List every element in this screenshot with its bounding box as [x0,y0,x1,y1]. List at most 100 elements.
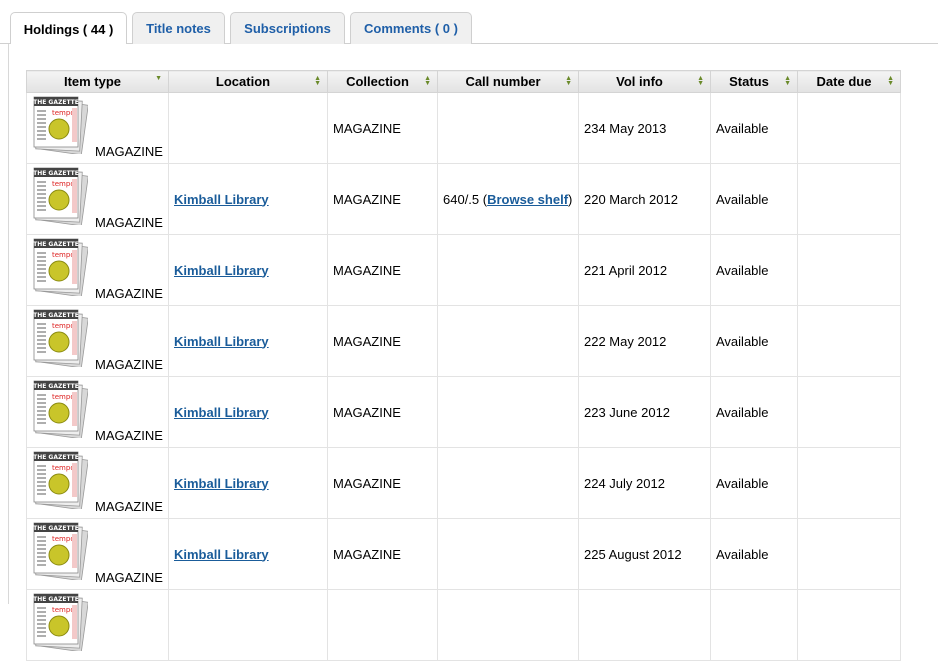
browse-shelf-link[interactable]: Browse shelf [487,192,568,207]
header-vol-info[interactable]: Vol info ▲ ▼ [578,70,711,93]
svg-text:THE GAZETTE: THE GAZETTE [33,170,79,177]
magazine-icon: THE GAZETTE tempo [32,522,89,582]
sort-icon: ▲ ▼ [314,75,321,87]
location-cell: Kimball Library [168,163,328,235]
tab-title-notes[interactable]: Title notes [132,12,225,44]
location-cell [168,589,328,661]
location-link[interactable]: Kimball Library [174,405,269,420]
sort-icon: ▲ ▼ [697,75,704,87]
svg-text:tempo: tempo [52,393,75,401]
header-call-number[interactable]: Call number ▲ ▼ [437,70,579,93]
sort-desc-icon: ▼ [155,75,162,82]
item-type-label: MAGAZINE [95,428,163,443]
status-cell: Available [710,234,798,306]
call-number-cell [437,589,579,661]
location-cell: Kimball Library [168,376,328,448]
item-type-cell: THE GAZETTE tempo MAGAZINE [26,163,169,235]
status-cell: Available [710,305,798,377]
vol-info-cell: 222 May 2012 [578,305,711,377]
date-due-cell [797,447,901,519]
location-link[interactable]: Kimball Library [174,263,269,278]
call-number-cell [437,234,579,306]
status-cell: Available [710,163,798,235]
status-cell [710,589,798,661]
location-cell [168,92,328,164]
call-number-cell: 640/.5 (Browse shelf) [437,163,579,235]
table-row: THE GAZETTE tempo MAGAZINE Kimball Libra… [26,305,901,377]
location-link[interactable]: Kimball Library [174,476,269,491]
collection-cell: MAGAZINE [327,376,438,448]
call-number-cell [437,92,579,164]
item-type-cell: THE GAZETTE tempo MAGAZINE [26,518,169,590]
vol-info-cell: 234 May 2013 [578,92,711,164]
tab-holdings[interactable]: Holdings ( 44 ) [10,12,127,45]
item-type-label: MAGAZINE [95,357,163,372]
sort-icon: ▲ ▼ [565,75,572,87]
collection-cell: MAGAZINE [327,234,438,306]
sort-icon: ▲ ▼ [887,75,894,87]
magazine-icon: THE GAZETTE tempo [32,593,89,653]
header-date-due[interactable]: Date due ▲ ▼ [797,70,901,93]
vol-info-cell [578,589,711,661]
table-row: THE GAZETTE tempo MAGAZINE Kimball Libra… [26,518,901,590]
location-link[interactable]: Kimball Library [174,334,269,349]
table-row: THE GAZETTE tempo [26,589,901,661]
status-cell: Available [710,447,798,519]
item-type-label: MAGAZINE [95,570,163,585]
vol-info-cell: 224 July 2012 [578,447,711,519]
svg-text:THE GAZETTE: THE GAZETTE [33,525,79,532]
tab-bar: Holdings ( 44 ) Title notes Subscription… [0,0,938,45]
header-status[interactable]: Status ▲ ▼ [710,70,798,93]
call-number-cell [437,447,579,519]
call-number-text: 640/.5 [443,191,480,207]
date-due-cell [797,234,901,306]
date-due-cell [797,163,901,235]
location-link[interactable]: Kimball Library [174,192,269,207]
holdings-table: Item type ▼ Location ▲ ▼ Collection ▲ ▼ Call … [26,70,901,661]
status-cell: Available [710,92,798,164]
vol-info-cell: 220 March 2012 [578,163,711,235]
collection-cell: MAGAZINE [327,163,438,235]
item-type-cell: THE GAZETTE tempo [26,589,169,661]
svg-text:THE GAZETTE: THE GAZETTE [33,241,79,248]
date-due-cell [797,589,901,661]
svg-text:THE GAZETTE: THE GAZETTE [33,312,79,319]
table-row: THE GAZETTE tempo MAGAZINE Kimball Libra… [26,447,901,519]
svg-text:tempo: tempo [52,606,75,614]
svg-text:tempo: tempo [52,322,75,330]
item-type-cell: THE GAZETTE tempo MAGAZINE [26,447,169,519]
collection-cell: MAGAZINE [327,447,438,519]
call-number-cell [437,376,579,448]
location-link[interactable]: Kimball Library [174,547,269,562]
sort-icon: ▲ ▼ [424,75,431,87]
status-cell: Available [710,518,798,590]
vol-info-cell: 225 August 2012 [578,518,711,590]
table-row: THE GAZETTE tempo MAGAZINE Kimball Libra… [26,376,901,448]
svg-text:tempo: tempo [52,180,75,188]
header-item-type[interactable]: Item type ▼ [26,70,169,93]
magazine-icon: THE GAZETTE tempo [32,238,89,298]
header-collection[interactable]: Collection ▲ ▼ [327,70,438,93]
tab-subscriptions[interactable]: Subscriptions [230,12,345,44]
svg-text:tempo: tempo [52,535,75,543]
vol-info-cell: 221 April 2012 [578,234,711,306]
sort-icon: ▲ ▼ [784,75,791,87]
item-type-cell: THE GAZETTE tempo MAGAZINE [26,376,169,448]
svg-text:THE GAZETTE: THE GAZETTE [33,99,79,106]
table-header-row: Item type ▼ Location ▲ ▼ Collection ▲ ▼ Call … [26,70,901,93]
call-number-cell [437,305,579,377]
magazine-icon: THE GAZETTE tempo [32,380,89,440]
item-type-label: MAGAZINE [95,286,163,301]
collection-cell: MAGAZINE [327,518,438,590]
date-due-cell [797,376,901,448]
magazine-icon: THE GAZETTE tempo [32,451,89,511]
item-type-label: MAGAZINE [95,215,163,230]
tab-comments[interactable]: Comments ( 0 ) [350,12,472,44]
location-cell: Kimball Library [168,305,328,377]
svg-text:THE GAZETTE: THE GAZETTE [33,454,79,461]
location-cell: Kimball Library [168,447,328,519]
item-type-label: MAGAZINE [95,144,163,159]
table-row: THE GAZETTE tempo MAGAZINE Kimball Libra… [26,163,901,235]
header-location[interactable]: Location ▲ ▼ [168,70,328,93]
item-type-cell: THE GAZETTE tempo MAGAZINE [26,234,169,306]
